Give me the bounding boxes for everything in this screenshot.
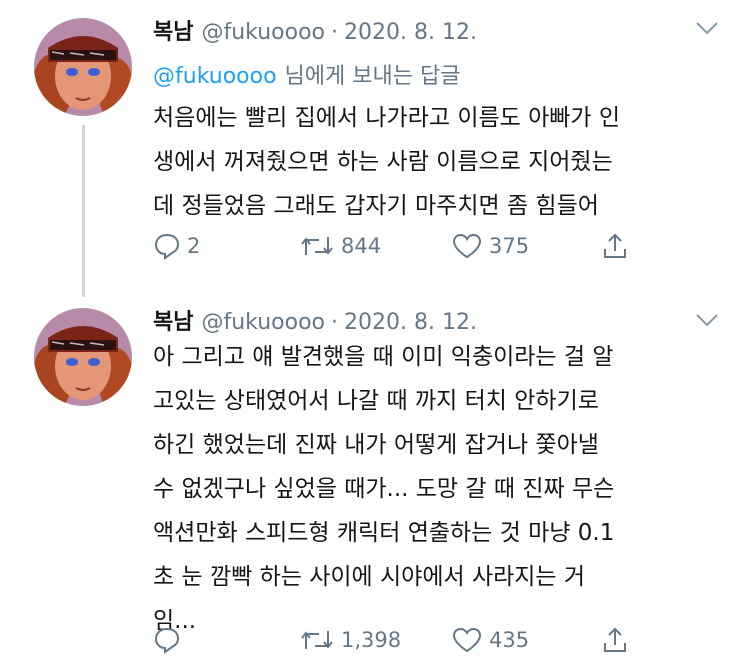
like-button[interactable]: 435 [451, 623, 529, 657]
reply-context-text: 님에게 보내는 답글 [284, 64, 461, 89]
user-handle[interactable]: @fukuoooo [201, 310, 325, 335]
tweet-text: 처음에는 빨리 집에서 나가라고 이름도 아빠가 인 생에서 꺼져줬으면 하는 … [153, 96, 733, 228]
reply-count: 2 [187, 234, 201, 258]
tweet-text-line: 생에서 꺼져줬으면 하는 사람 이름으로 지어줬는 [153, 149, 613, 175]
user-handle[interactable]: @fukuoooo [201, 20, 325, 45]
like-button[interactable]: 375 [451, 229, 529, 263]
tweet-text-line: 하긴 했었는데 진짜 내가 어떻게 잡거나 쫓아낼 [153, 432, 599, 458]
tweet-text-line: 아 그리고 얘 발견했을 때 이미 익충이라는 걸 알 [153, 344, 614, 370]
reply-icon [153, 626, 181, 654]
reply-icon [153, 232, 181, 260]
retweet-count: 844 [341, 234, 382, 258]
tweet-date[interactable]: 2020. 8. 12. [344, 310, 477, 335]
tweet-1[interactable]: 복남 @fukuoooo · 2020. 8. 12. @fukuoooo 님에게 보내… [0, 0, 750, 290]
tweet-text-line: 처음에는 빨리 집에서 나가라고 이름도 아빠가 인 [153, 105, 621, 131]
share-button[interactable] [601, 229, 629, 263]
tweet-actions: 2 844 375 [153, 229, 653, 263]
retweet-icon [299, 232, 335, 260]
reply-mention-link[interactable]: @fukuoooo [153, 64, 277, 89]
tweet-text-line: 데 정들었음 그래도 갑자기 마주치면 좀 힘들어 [153, 193, 599, 219]
share-icon [601, 232, 629, 260]
tweet-text: 아 그리고 얘 발견했을 때 이미 익충이라는 걸 알 고있는 상태였어서 나갈… [153, 335, 733, 643]
chevron-down-icon[interactable] [694, 310, 720, 330]
separator-dot: · [331, 20, 339, 45]
like-icon [451, 626, 483, 654]
reply-button[interactable] [153, 623, 187, 657]
tweet-text-line: 고있는 상태였어서 나갈 때 까지 터치 안하기로 [153, 388, 599, 414]
tweet-text-line: 액션만화 스피드형 캐릭터 연출하는 것 마냥 0.1 [153, 520, 615, 546]
retweet-count: 1,398 [341, 628, 402, 652]
retweet-button[interactable]: 1,398 [299, 623, 401, 657]
retweet-button[interactable]: 844 [299, 229, 381, 263]
tweet-date[interactable]: 2020. 8. 12. [344, 20, 477, 45]
retweet-icon [299, 626, 335, 654]
reply-context: @fukuoooo 님에게 보내는 답글 [153, 58, 460, 90]
like-count: 435 [489, 628, 530, 652]
like-icon [451, 232, 483, 260]
tweet-text-line: 수 없겠구나 싶었을 때가... 도망 갈 때 진짜 무슨 [153, 476, 615, 502]
tweet-actions: 1,398 435 [153, 623, 653, 657]
share-button[interactable] [601, 623, 629, 657]
share-icon [601, 626, 629, 654]
avatar[interactable] [34, 18, 132, 116]
separator-dot: · [331, 310, 339, 335]
avatar[interactable] [34, 308, 132, 406]
display-name[interactable]: 복남 [153, 310, 193, 335]
like-count: 375 [489, 234, 530, 258]
tweet-2[interactable]: 복남 @fukuoooo · 2020. 8. 12. 아 그리고 얘 발견했을 때 … [0, 296, 750, 661]
chevron-down-icon[interactable] [694, 18, 720, 38]
reply-button[interactable]: 2 [153, 229, 200, 263]
tweet-text-line: 초 눈 깜빡 하는 사이에 시야에서 사라지는 거 [153, 564, 586, 590]
display-name[interactable]: 복남 [153, 20, 193, 45]
